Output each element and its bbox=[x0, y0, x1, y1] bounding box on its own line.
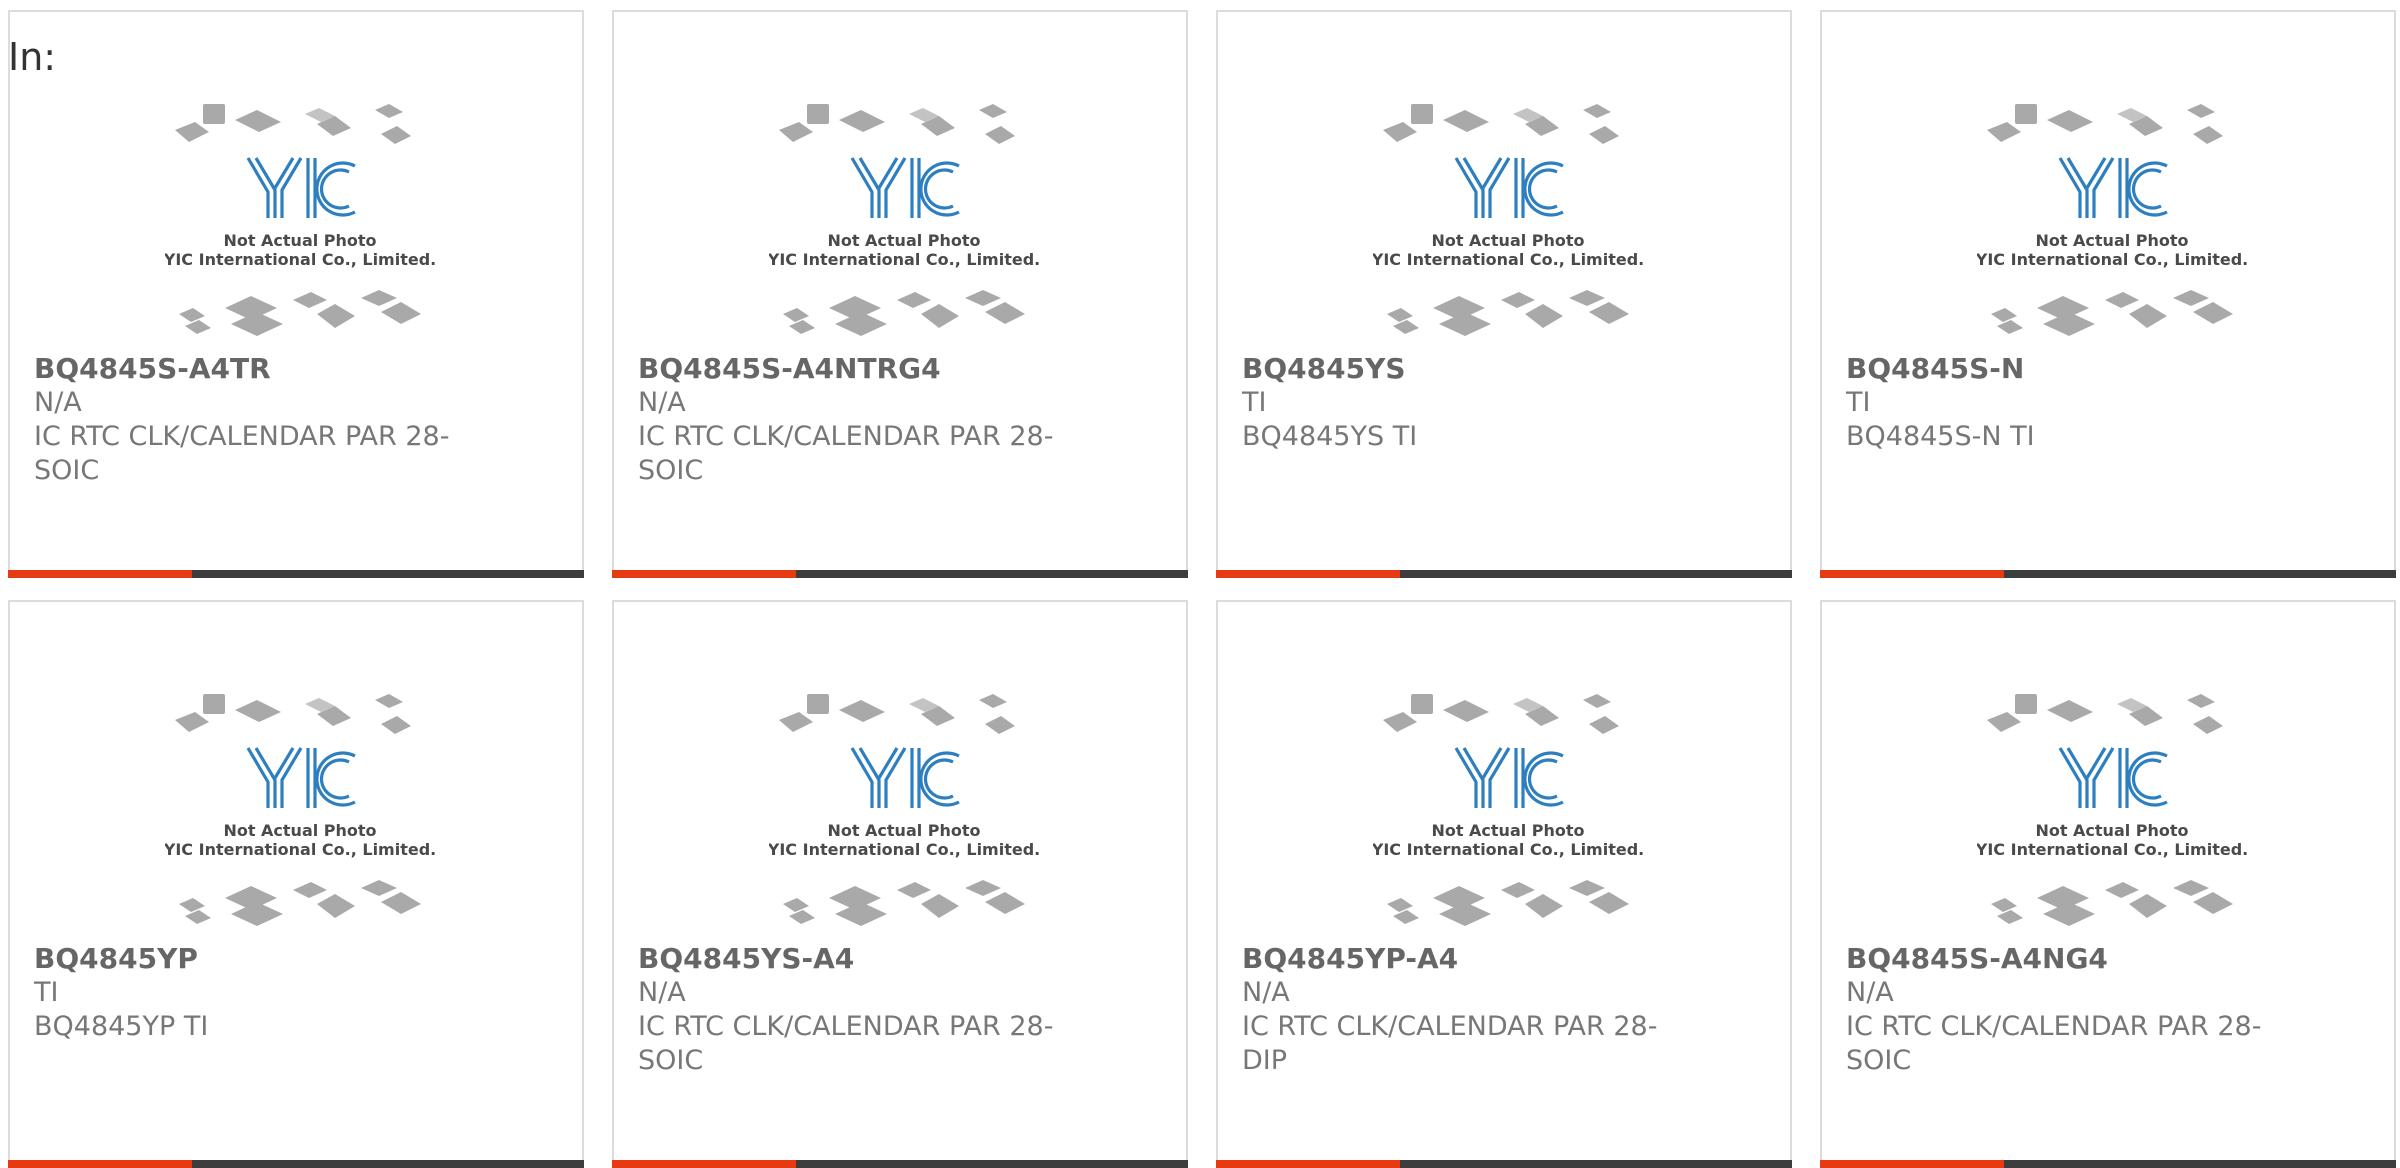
company-name-text: YIC International Co., Limited. bbox=[1373, 840, 1643, 859]
not-actual-photo-text: Not Actual Photo bbox=[827, 231, 980, 250]
product-card[interactable]: Not Actual Photo YIC International Co., … bbox=[1216, 10, 1792, 578]
description-line: IC RTC CLK/CALENDAR PAR 28- bbox=[1242, 1011, 1658, 1042]
card-accent-bar bbox=[8, 1160, 192, 1168]
not-actual-photo-text: Not Actual Photo bbox=[223, 231, 376, 250]
product-placeholder-image: Not Actual Photo YIC International Co., … bbox=[769, 694, 1039, 926]
product-placeholder-image: Not Actual Photo YIC International Co., … bbox=[1977, 104, 2247, 336]
manufacturer-text: TI bbox=[1242, 387, 1267, 418]
description-line: BQ4845S-N TI bbox=[1846, 421, 2035, 452]
description-line: IC RTC CLK/CALENDAR PAR 28- bbox=[638, 421, 1054, 452]
part-number-link[interactable]: BQ4845S-A4TR bbox=[34, 352, 474, 386]
product-placeholder-image: Not Actual Photo YIC International Co., … bbox=[1373, 104, 1643, 336]
card-accent-bar bbox=[612, 1160, 796, 1168]
description-line: SOIC bbox=[638, 1045, 704, 1076]
product-info: BQ4845YS TI BQ4845YS TI bbox=[1242, 352, 1682, 454]
description-line: BQ4845YS TI bbox=[1242, 421, 1418, 452]
card-bottom-bar bbox=[8, 1160, 584, 1168]
not-actual-photo-text: Not Actual Photo bbox=[2035, 821, 2188, 840]
card-accent-bar bbox=[1216, 570, 1400, 578]
product-card[interactable]: Not Actual Photo YIC International Co., … bbox=[1216, 600, 1792, 1168]
description-line: SOIC bbox=[638, 455, 704, 486]
card-bottom-bar bbox=[1216, 1160, 1792, 1168]
product-info: BQ4845S-N TI BQ4845S-N TI bbox=[1846, 352, 2286, 454]
product-info: BQ4845YS-A4 N/A IC RTC CLK/CALENDAR PAR … bbox=[638, 942, 1078, 1078]
part-number-link[interactable]: BQ4845YS bbox=[1242, 352, 1682, 386]
part-number-link[interactable]: BQ4845S-A4NG4 bbox=[1846, 942, 2286, 976]
card-accent-bar bbox=[1820, 570, 2004, 578]
product-card[interactable]: Not Actual Photo YIC International Co., … bbox=[1820, 600, 2396, 1168]
card-accent-bar bbox=[8, 570, 192, 578]
not-actual-photo-text: Not Actual Photo bbox=[223, 821, 376, 840]
product-info: BQ4845S-A4TR N/A IC RTC CLK/CALENDAR PAR… bbox=[34, 352, 474, 488]
product-placeholder-image: Not Actual Photo YIC International Co., … bbox=[165, 694, 435, 926]
company-name-text: YIC International Co., Limited. bbox=[1373, 250, 1643, 269]
product-card[interactable]: Not Actual Photo YIC International Co., … bbox=[612, 600, 1188, 1168]
product-card[interactable]: Not Actual Photo YIC International Co., … bbox=[612, 10, 1188, 578]
part-number-link[interactable]: BQ4845S-N bbox=[1846, 352, 2286, 386]
manufacturer-text: N/A bbox=[1846, 977, 1894, 1008]
manufacturer-text: TI bbox=[1846, 387, 1871, 418]
card-bottom-bar bbox=[1820, 1160, 2396, 1168]
card-accent-bar bbox=[612, 570, 796, 578]
part-number-link[interactable]: BQ4845YP-A4 bbox=[1242, 942, 1682, 976]
card-bottom-bar bbox=[612, 1160, 1188, 1168]
product-info: BQ4845YP-A4 N/A IC RTC CLK/CALENDAR PAR … bbox=[1242, 942, 1682, 1078]
part-number-link[interactable]: BQ4845YS-A4 bbox=[638, 942, 1078, 976]
product-placeholder-image: Not Actual Photo YIC International Co., … bbox=[769, 104, 1039, 336]
description-line: IC RTC CLK/CALENDAR PAR 28- bbox=[1846, 1011, 2262, 1042]
part-number-link[interactable]: BQ4845YP bbox=[34, 942, 474, 976]
not-actual-photo-text: Not Actual Photo bbox=[2035, 231, 2188, 250]
product-placeholder-image: Not Actual Photo YIC International Co., … bbox=[165, 104, 435, 336]
product-card[interactable]: Not Actual Photo YIC International Co., … bbox=[1820, 10, 2396, 578]
manufacturer-text: TI bbox=[34, 977, 59, 1008]
card-accent-bar bbox=[1216, 1160, 1400, 1168]
description-line: SOIC bbox=[34, 455, 100, 486]
card-bottom-bar bbox=[8, 570, 584, 578]
product-info: BQ4845YP TI BQ4845YP TI bbox=[34, 942, 474, 1044]
manufacturer-text: N/A bbox=[638, 977, 686, 1008]
product-info: BQ4845S-A4NG4 N/A IC RTC CLK/CALENDAR PA… bbox=[1846, 942, 2286, 1078]
not-actual-photo-text: Not Actual Photo bbox=[1431, 821, 1584, 840]
company-name-text: YIC International Co., Limited. bbox=[769, 840, 1039, 859]
company-name-text: YIC International Co., Limited. bbox=[1977, 250, 2247, 269]
card-bottom-bar bbox=[1216, 570, 1792, 578]
not-actual-photo-text: Not Actual Photo bbox=[1431, 231, 1584, 250]
company-name-text: YIC International Co., Limited. bbox=[165, 840, 435, 859]
description-line: DIP bbox=[1242, 1045, 1288, 1076]
company-name-text: YIC International Co., Limited. bbox=[769, 250, 1039, 269]
manufacturer-text: N/A bbox=[1242, 977, 1290, 1008]
card-bottom-bar bbox=[1820, 570, 2396, 578]
part-number-link[interactable]: BQ4845S-A4NTRG4 bbox=[638, 352, 1078, 386]
product-info: BQ4845S-A4NTRG4 N/A IC RTC CLK/CALENDAR … bbox=[638, 352, 1078, 488]
company-name-text: YIC International Co., Limited. bbox=[165, 250, 435, 269]
description-line: SOIC bbox=[1846, 1045, 1912, 1076]
product-card[interactable]: Not Actual Photo YIC International Co., … bbox=[8, 10, 584, 578]
manufacturer-text: N/A bbox=[34, 387, 82, 418]
card-bottom-bar bbox=[612, 570, 1188, 578]
description-line: BQ4845YP TI bbox=[34, 1011, 209, 1042]
company-name-text: YIC International Co., Limited. bbox=[1977, 840, 2247, 859]
product-placeholder-image: Not Actual Photo YIC International Co., … bbox=[1977, 694, 2247, 926]
manufacturer-text: N/A bbox=[638, 387, 686, 418]
card-accent-bar bbox=[1820, 1160, 2004, 1168]
description-line: IC RTC CLK/CALENDAR PAR 28- bbox=[34, 421, 450, 452]
product-placeholder-image: Not Actual Photo YIC International Co., … bbox=[1373, 694, 1643, 926]
product-card[interactable]: Not Actual Photo YIC International Co., … bbox=[8, 600, 584, 1168]
in-label: In: bbox=[8, 35, 57, 79]
not-actual-photo-text: Not Actual Photo bbox=[827, 821, 980, 840]
description-line: IC RTC CLK/CALENDAR PAR 28- bbox=[638, 1011, 1054, 1042]
